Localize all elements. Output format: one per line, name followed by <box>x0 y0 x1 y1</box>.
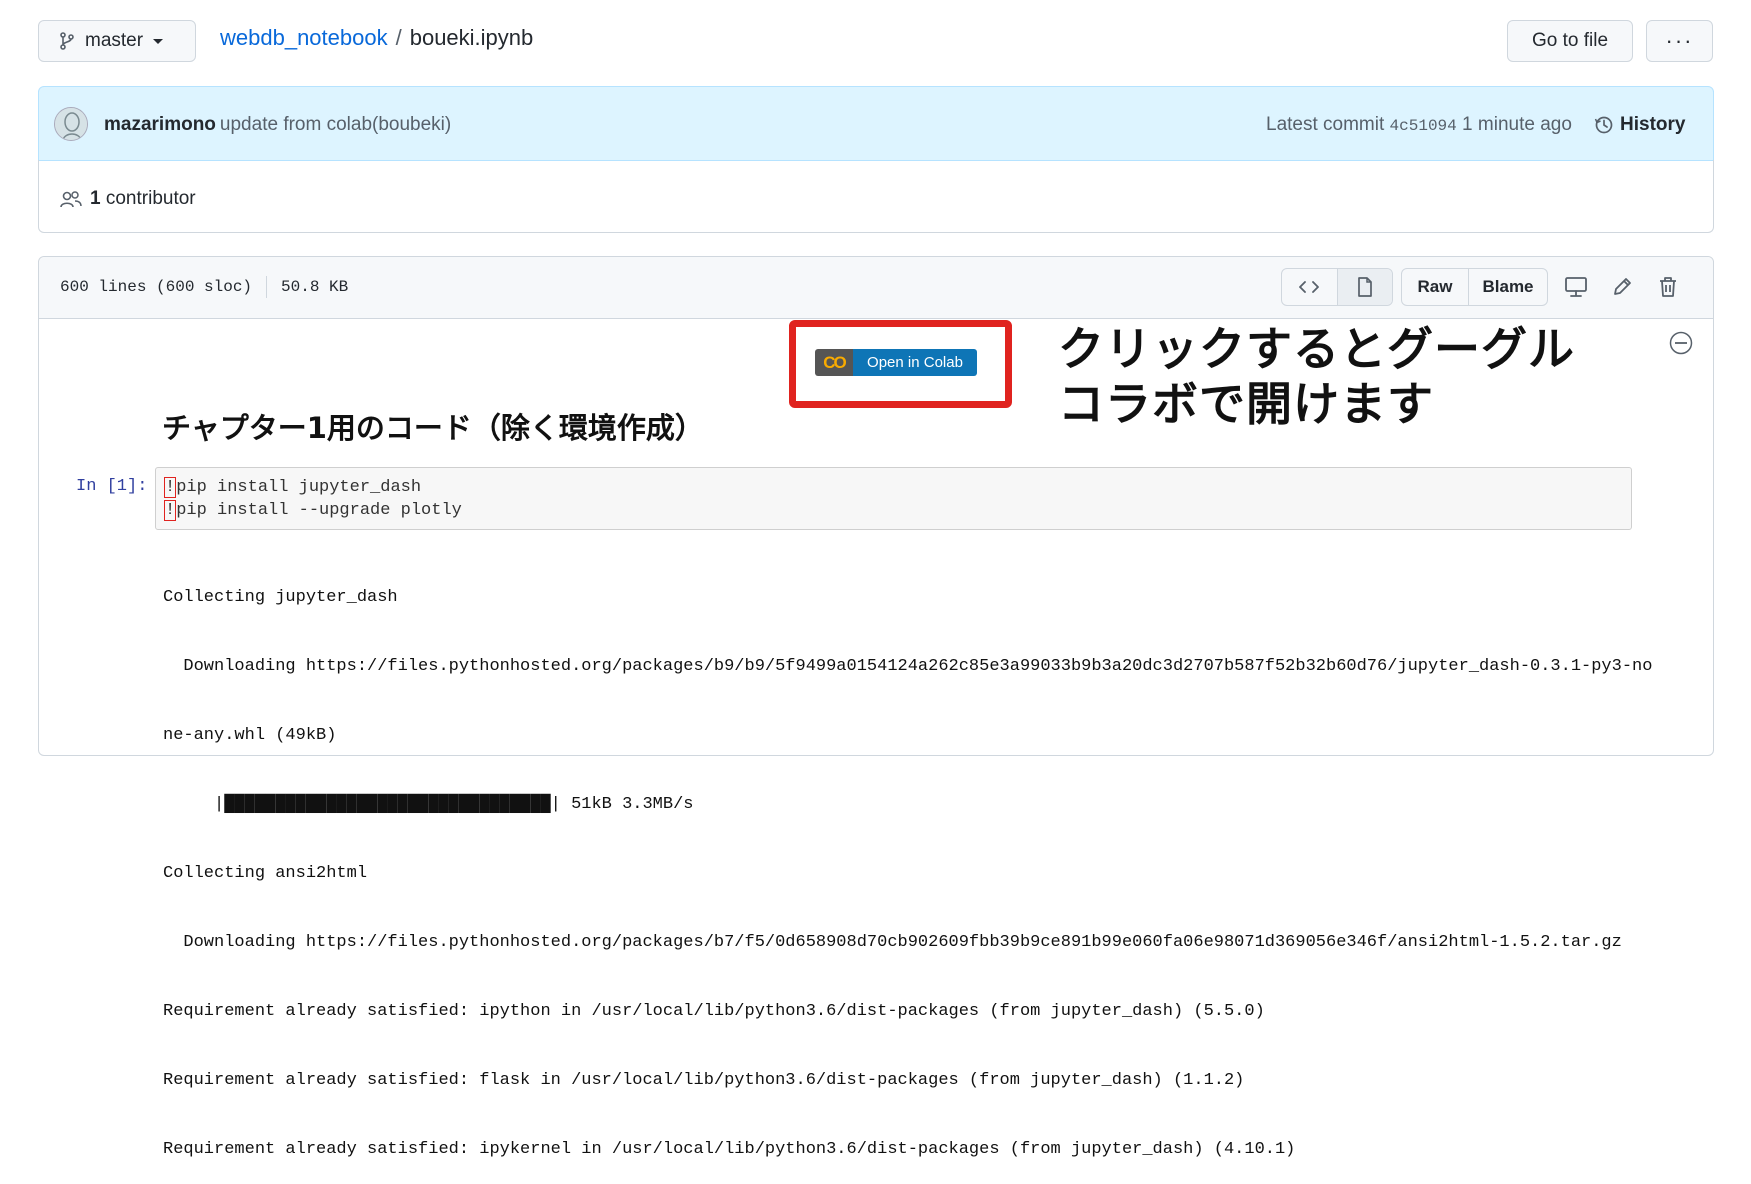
contributors-box <box>38 160 1714 233</box>
commit-message[interactable]: update from colab(boubeki) <box>220 114 451 135</box>
code-line: !pip install --upgrade plotly <box>164 499 1631 522</box>
commit-time: 1 minute ago <box>1462 114 1572 135</box>
output-line: ne-any.whl (49kB) <box>163 726 337 745</box>
cell-prompt: In [1]: <box>76 477 148 496</box>
output-line: Requirement already satisfied: flask in … <box>163 1071 1245 1090</box>
trash-icon[interactable] <box>1656 275 1680 299</box>
raw-blame-group: Raw Blame <box>1401 268 1548 306</box>
desktop-icon[interactable] <box>1564 275 1588 299</box>
code-text: pip install --upgrade plotly <box>176 501 462 520</box>
annotation-line-2: コラボで開けます <box>1058 377 1434 431</box>
history-label: History <box>1620 114 1686 135</box>
output-line: Collecting jupyter_dash <box>163 588 398 607</box>
line-count: 600 lines (600 sloc) <box>60 278 253 296</box>
branch-select-button[interactable]: master <box>38 20 196 62</box>
file-size: 50.8 KB <box>281 278 349 296</box>
view-toggle <box>1281 268 1393 306</box>
breadcrumb-separator: / <box>395 25 402 50</box>
file-name: boueki.ipynb <box>409 25 534 50</box>
branch-name: master <box>85 30 144 51</box>
pencil-icon[interactable] <box>1610 275 1634 299</box>
breadcrumb: webdb_notebook / boueki.ipynb <box>220 24 533 52</box>
code-line: !pip install jupyter_dash <box>164 476 1631 499</box>
annotation-line-1: クリックするとグーグル <box>1058 322 1575 376</box>
file-info: 600 lines (600 sloc) 50.8 KB <box>60 276 348 298</box>
output-line: Requirement already satisfied: ipython i… <box>163 1002 1265 1021</box>
people-icon <box>60 190 82 208</box>
file-icon <box>1357 277 1373 297</box>
repo-link[interactable]: webdb_notebook <box>220 24 388 52</box>
latest-commit-info: Latest commit 4c51094 1 minute ago <box>1266 112 1572 139</box>
output-line: Downloading https://files.pythonhosted.o… <box>163 657 1653 676</box>
output-line: Downloading https://files.pythonhosted.o… <box>163 933 1622 952</box>
latest-commit-label: Latest commit <box>1266 114 1385 135</box>
notebook-heading: チャプター1用のコード（除く環境作成） <box>162 411 704 445</box>
history-icon <box>1594 115 1614 135</box>
code-text: pip install jupyter_dash <box>176 478 422 497</box>
code-view-button[interactable] <box>1282 269 1337 305</box>
contributor-label: contributor <box>105 188 196 209</box>
git-branch-icon <box>59 32 75 50</box>
code-bang: ! <box>164 500 177 521</box>
go-to-file-button[interactable]: Go to file <box>1507 20 1633 62</box>
caret-down-icon <box>153 38 164 44</box>
output-line: Collecting ansi2html <box>163 864 368 883</box>
blame-button[interactable]: Blame <box>1469 269 1547 305</box>
code-cell: !pip install jupyter_dash !pip install -… <box>155 467 1632 530</box>
commit-summary: mazarimono update from colab(boubeki) <box>104 112 451 138</box>
annotation-text: クリックするとグーグル コラボで開けます <box>1058 322 1575 432</box>
avatar[interactable] <box>54 107 88 141</box>
code-icon <box>1299 280 1320 294</box>
commit-sha[interactable]: 4c51094 <box>1390 117 1457 135</box>
divider <box>266 276 268 298</box>
annotation-highlight-box <box>789 320 1012 408</box>
more-options-button[interactable]: ··· <box>1646 20 1713 62</box>
rendered-view-button[interactable] <box>1336 269 1392 305</box>
output-line: |████████████████████████████████| 51kB … <box>163 795 694 814</box>
contributor-count: 1 <box>90 188 101 209</box>
code-bang: ! <box>164 477 177 498</box>
raw-button[interactable]: Raw <box>1402 269 1469 305</box>
collapse-icon[interactable] <box>1669 331 1693 355</box>
output-line: Requirement already satisfied: ipykernel… <box>163 1140 1296 1159</box>
cell-output: Collecting jupyter_dash Downloading http… <box>163 540 1652 1184</box>
contributors-link[interactable]: 1 contributor <box>60 186 196 212</box>
history-link[interactable]: History <box>1594 112 1685 138</box>
commit-author[interactable]: mazarimono <box>104 114 216 135</box>
